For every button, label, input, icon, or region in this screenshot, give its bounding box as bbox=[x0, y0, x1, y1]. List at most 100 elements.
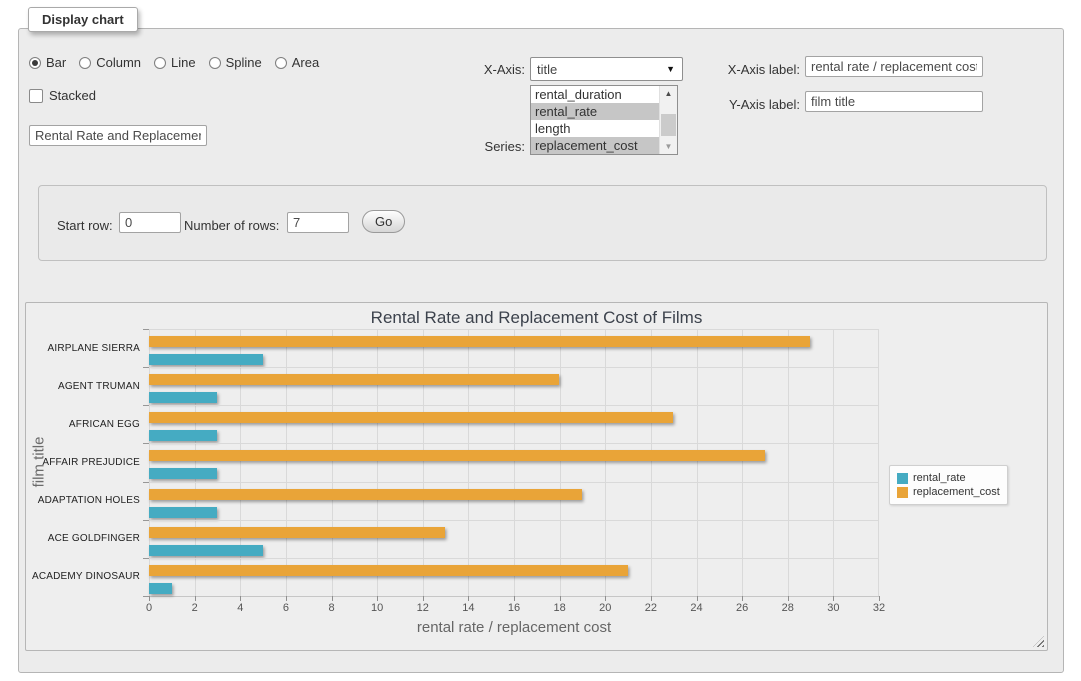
legend-item-replacement-cost[interactable]: replacement_cost bbox=[897, 486, 1000, 498]
tick-label: 16 bbox=[508, 602, 520, 614]
series-option-length[interactable]: length bbox=[531, 120, 659, 137]
stacked-checkbox[interactable] bbox=[29, 89, 43, 103]
go-button[interactable]: Go bbox=[362, 210, 405, 233]
x-axis-tick-labels: 02468101214161820222426283032 bbox=[149, 602, 879, 616]
tick-mark bbox=[286, 596, 287, 601]
tick-mark bbox=[240, 596, 241, 601]
tick-label: 26 bbox=[736, 602, 748, 614]
app-window: Display chart Bar Column Line Spline Area St… bbox=[0, 0, 1081, 681]
category-band bbox=[149, 367, 879, 405]
y-axis-label-input[interactable] bbox=[805, 91, 983, 112]
tick-label: 12 bbox=[417, 602, 429, 614]
series-option-rental-duration[interactable]: rental_duration bbox=[531, 86, 659, 103]
stacked-checkbox-row[interactable]: Stacked bbox=[29, 88, 96, 103]
radio-label: Area bbox=[292, 55, 319, 70]
tick-label: 6 bbox=[283, 602, 289, 614]
tick-mark bbox=[605, 596, 606, 601]
series-select-label: Series: bbox=[455, 139, 525, 154]
series-option-rental-rate[interactable]: rental_rate bbox=[531, 103, 659, 120]
bar-replacement-cost bbox=[149, 527, 445, 538]
series-scrollbar[interactable]: ▲ ▼ bbox=[659, 86, 677, 154]
category-band bbox=[149, 520, 879, 558]
radio-icon-column[interactable] bbox=[79, 57, 91, 69]
bar-replacement-cost bbox=[149, 450, 765, 461]
fieldset-legend: Display chart bbox=[28, 7, 138, 32]
tick-label: 2 bbox=[192, 602, 198, 614]
radio-label: Line bbox=[171, 55, 196, 70]
chart-type-radio-group: Bar Column Line Spline Area bbox=[29, 55, 319, 70]
bar-replacement-cost bbox=[149, 374, 559, 385]
bar-rental-rate bbox=[149, 507, 217, 518]
bar-rental-rate bbox=[149, 545, 263, 556]
tick-mark bbox=[332, 596, 333, 601]
tick-mark bbox=[514, 596, 515, 601]
bar-replacement-cost bbox=[149, 489, 582, 500]
tick-mark bbox=[195, 596, 196, 601]
tick-mark bbox=[149, 596, 150, 601]
tick-mark bbox=[468, 596, 469, 601]
radio-icon-area[interactable] bbox=[275, 57, 287, 69]
category-label: AFRICAN EGG bbox=[26, 405, 140, 443]
tick-label: 24 bbox=[690, 602, 702, 614]
radio-icon-line[interactable] bbox=[154, 57, 166, 69]
series-option-replacement-cost[interactable]: replacement_cost bbox=[531, 137, 659, 154]
tick-mark bbox=[833, 596, 834, 601]
stacked-label: Stacked bbox=[49, 88, 96, 103]
x-axis-select-label: X-Axis: bbox=[455, 62, 525, 77]
series-listbox[interactable]: rental_durationrental_ratelengthreplacem… bbox=[530, 85, 678, 155]
tick-label: 10 bbox=[371, 602, 383, 614]
tick-label: 22 bbox=[645, 602, 657, 614]
tick-mark bbox=[377, 596, 378, 601]
chart-title: Rental Rate and Replacement Cost of Film… bbox=[26, 308, 1047, 328]
scrollbar-down-icon[interactable]: ▼ bbox=[660, 139, 677, 154]
start-row-input[interactable] bbox=[119, 212, 181, 233]
scrollbar-up-icon[interactable]: ▲ bbox=[660, 86, 677, 101]
tick-label: 18 bbox=[554, 602, 566, 614]
radio-option-spline[interactable]: Spline bbox=[209, 55, 262, 70]
tick-label: 0 bbox=[146, 602, 152, 614]
legend-label: replacement_cost bbox=[913, 486, 1000, 498]
chart-container: Rental Rate and Replacement Cost of Film… bbox=[25, 302, 1048, 651]
start-row-label: Start row: bbox=[57, 218, 113, 233]
bar-replacement-cost bbox=[149, 336, 810, 347]
radio-icon-bar[interactable] bbox=[29, 57, 41, 69]
category-band bbox=[149, 329, 879, 367]
legend-swatch bbox=[897, 487, 908, 498]
bar-replacement-cost bbox=[149, 412, 673, 423]
number-of-rows-input[interactable] bbox=[287, 212, 349, 233]
bar-rental-rate bbox=[149, 354, 263, 365]
bar-rental-rate bbox=[149, 468, 217, 479]
scrollbar-thumb[interactable] bbox=[661, 114, 676, 136]
chart-x-axis-title: rental rate / replacement cost bbox=[149, 619, 879, 636]
category-label: ACE GOLDFINGER bbox=[26, 520, 140, 558]
tick-mark bbox=[742, 596, 743, 601]
category-label: ACADEMY DINOSAUR bbox=[26, 558, 140, 596]
tick-mark bbox=[651, 596, 652, 601]
tick-label: 32 bbox=[873, 602, 885, 614]
radio-option-column[interactable]: Column bbox=[79, 55, 141, 70]
tick-mark bbox=[788, 596, 789, 601]
x-axis-selected-value: title bbox=[531, 62, 666, 77]
radio-option-bar[interactable]: Bar bbox=[29, 55, 66, 70]
category-band bbox=[149, 482, 879, 520]
radio-option-area[interactable]: Area bbox=[275, 55, 319, 70]
category-label: AGENT TRUMAN bbox=[26, 367, 140, 405]
radio-icon-spline[interactable] bbox=[209, 57, 221, 69]
chart-plot-area bbox=[149, 329, 879, 597]
bar-replacement-cost bbox=[149, 565, 628, 576]
tick-label: 30 bbox=[827, 602, 839, 614]
radio-option-line[interactable]: Line bbox=[154, 55, 196, 70]
x-axis-select[interactable]: title ▼ bbox=[530, 57, 683, 81]
resize-handle-icon[interactable] bbox=[1033, 636, 1044, 647]
legend-swatch bbox=[897, 473, 908, 484]
radio-label: Bar bbox=[46, 55, 66, 70]
legend-item-rental-rate[interactable]: rental_rate bbox=[897, 472, 1000, 484]
y-axis-label-label: Y-Axis label: bbox=[715, 97, 800, 112]
category-band bbox=[149, 558, 879, 596]
radio-label: Spline bbox=[226, 55, 262, 70]
chart-title-input[interactable] bbox=[29, 125, 207, 146]
chart-legend: rental_rate replacement_cost bbox=[889, 465, 1008, 505]
x-axis-label-input[interactable] bbox=[805, 56, 983, 77]
tick-label: 4 bbox=[237, 602, 243, 614]
category-label: AIRPLANE SIERRA bbox=[26, 329, 140, 367]
